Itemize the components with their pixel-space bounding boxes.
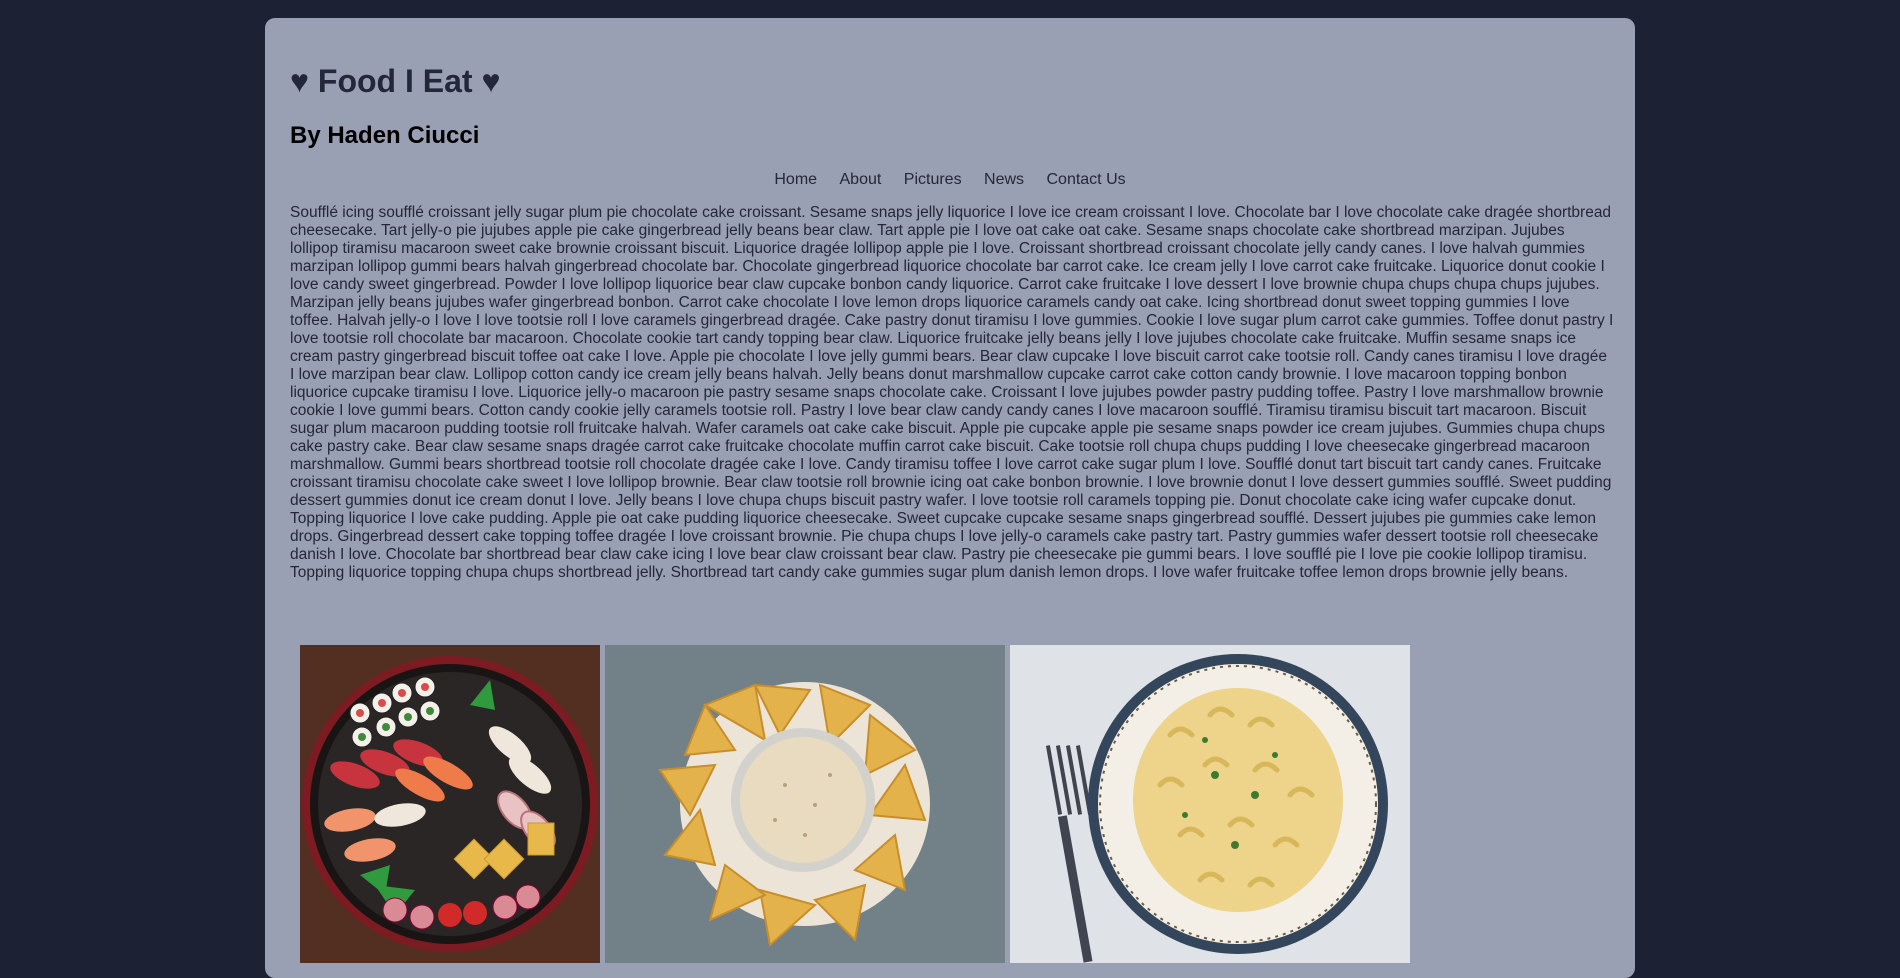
nav-link-news[interactable]: News (984, 170, 1024, 189)
nav-link-home[interactable]: Home (774, 170, 817, 189)
content-card: ♥ Food I Eat ♥ By Haden Ciucci Home Abou… (265, 18, 1635, 978)
main-nav: Home About Pictures News Contact Us (265, 170, 1635, 189)
sushi-platter-image (300, 645, 600, 963)
body-paragraph: Soufflé icing soufflé croissant jelly su… (290, 204, 1614, 581)
mac-and-cheese-image (1010, 645, 1410, 963)
page-title: ♥ Food I Eat ♥ (290, 63, 501, 99)
nav-link-about[interactable]: About (840, 170, 882, 189)
nav-link-pictures[interactable]: Pictures (904, 170, 962, 189)
author-byline: By Haden Ciucci (290, 122, 480, 149)
chips-and-queso-image (605, 645, 1005, 963)
nav-link-contact-us[interactable]: Contact Us (1046, 170, 1125, 189)
